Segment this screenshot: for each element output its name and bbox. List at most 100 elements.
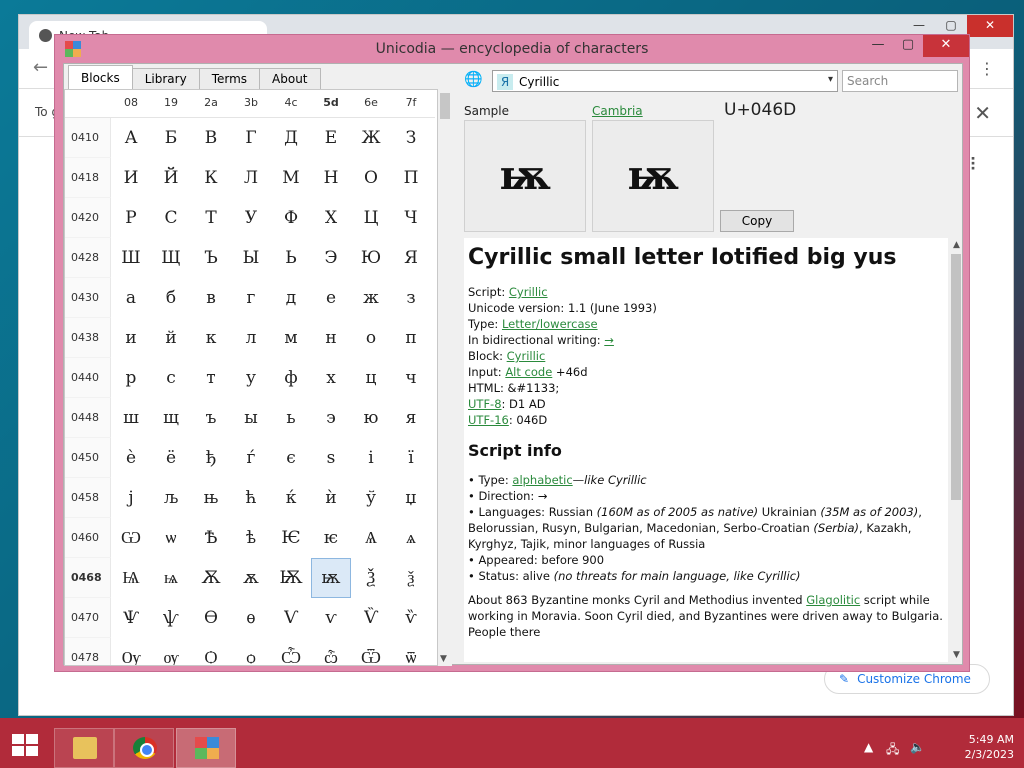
character-cell[interactable]: э — [311, 398, 351, 438]
glagolitic-link[interactable]: Glagolitic — [806, 593, 860, 607]
character-cell[interactable]: а — [111, 278, 151, 318]
character-cell[interactable]: њ — [191, 478, 231, 518]
scroll-down-arrow-icon[interactable]: ▼ — [440, 654, 447, 664]
font-link[interactable]: Cambria — [592, 104, 643, 118]
info-scrollbar[interactable]: ▲ ▼ — [950, 238, 962, 662]
volume-icon[interactable]: 🔈 — [910, 740, 925, 754]
character-cell[interactable]: З — [391, 118, 431, 158]
chrome-close-button[interactable]: ✕ — [967, 15, 1013, 37]
character-cell[interactable]: ѫ — [231, 558, 271, 598]
character-cell[interactable]: Ю — [351, 238, 391, 278]
property-link[interactable]: Letter/lowercase — [502, 317, 598, 331]
character-cell[interactable]: Т — [191, 198, 231, 238]
character-cell[interactable]: ѱ — [151, 598, 191, 638]
character-cell[interactable]: ћ — [231, 478, 271, 518]
character-cell[interactable]: т — [191, 358, 231, 398]
character-cell[interactable]: ж — [351, 278, 391, 318]
close-button[interactable]: ✕ — [923, 35, 969, 57]
tab-about[interactable]: About — [259, 68, 321, 90]
character-cell[interactable]: Ѵ — [271, 598, 311, 638]
property-link[interactable]: → — [604, 333, 614, 347]
infobar-close-icon[interactable]: ✕ — [974, 101, 991, 125]
character-cell[interactable]: ш — [111, 398, 151, 438]
character-cell[interactable]: Ч — [391, 198, 431, 238]
character-cell[interactable]: Щ — [151, 238, 191, 278]
info-scrollbar-thumb[interactable] — [951, 254, 961, 500]
windows-start-icon[interactable] — [12, 734, 38, 756]
block-select[interactable]: Я Cyrillic ▾ — [492, 70, 838, 92]
character-cell[interactable]: к — [191, 318, 231, 358]
character-cell[interactable]: о — [351, 318, 391, 358]
character-cell[interactable]: Э — [311, 238, 351, 278]
tab-library[interactable]: Library — [131, 68, 200, 90]
character-cell[interactable]: Ѡ — [111, 518, 151, 558]
character-cell[interactable]: ф — [271, 358, 311, 398]
character-cell[interactable]: ѩ — [151, 558, 191, 598]
minimize-button[interactable]: — — [863, 35, 893, 57]
character-cell[interactable]: Х — [311, 198, 351, 238]
character-cell[interactable]: Н — [311, 158, 351, 198]
character-cell[interactable]: ѕ — [311, 438, 351, 478]
character-cell[interactable]: Л — [231, 158, 271, 198]
character-cell[interactable]: Д — [271, 118, 311, 158]
tab-terms[interactable]: Terms — [198, 68, 261, 90]
character-cell[interactable]: у — [231, 358, 271, 398]
character-cell[interactable]: Ф — [271, 198, 311, 238]
character-cell[interactable]: ы — [231, 398, 271, 438]
character-cell[interactable]: Ѭ — [271, 558, 311, 598]
character-cell[interactable]: Р — [111, 198, 151, 238]
globe-icon[interactable]: 🌐 — [464, 70, 484, 90]
character-cell[interactable]: ѯ — [391, 558, 431, 598]
character-cell[interactable]: и — [111, 318, 151, 358]
character-cell[interactable]: ѿ — [391, 638, 431, 665]
character-cell[interactable]: Ш — [111, 238, 151, 278]
character-cell[interactable]: я — [391, 398, 431, 438]
character-cell[interactable]: В — [191, 118, 231, 158]
character-cell[interactable]: ї — [391, 438, 431, 478]
character-cell[interactable]: Ѷ — [351, 598, 391, 638]
back-arrow-icon[interactable]: ← — [33, 57, 48, 78]
character-cell[interactable]: Ъ — [191, 238, 231, 278]
property-link[interactable]: UTF-8 — [468, 397, 502, 411]
clock[interactable]: 5:49 AM 2/3/2023 — [954, 732, 1014, 762]
character-cell[interactable]: И — [111, 158, 151, 198]
character-cell[interactable]: ѡ — [151, 518, 191, 558]
character-cell[interactable]: Ѳ — [191, 598, 231, 638]
character-cell[interactable]: ј — [111, 478, 151, 518]
character-cell[interactable]: Б — [151, 118, 191, 158]
character-cell[interactable]: ѽ — [311, 638, 351, 665]
character-cell[interactable]: ѐ — [111, 438, 151, 478]
character-cell[interactable]: Г — [231, 118, 271, 158]
character-cell[interactable]: У — [231, 198, 271, 238]
character-cell[interactable]: Ѱ — [111, 598, 151, 638]
character-cell[interactable]: Ѯ — [351, 558, 391, 598]
character-cell[interactable]: е — [311, 278, 351, 318]
character-cell[interactable]: б — [151, 278, 191, 318]
character-cell[interactable]: р — [111, 358, 151, 398]
character-cell[interactable]: ц — [351, 358, 391, 398]
character-cell[interactable]: ѥ — [311, 518, 351, 558]
character-cell[interactable]: п — [391, 318, 431, 358]
unicodia-taskbar-button[interactable] — [176, 728, 236, 768]
character-cell[interactable]: м — [271, 318, 311, 358]
maximize-button[interactable]: ▢ — [893, 35, 923, 57]
property-link[interactable]: UTF-16 — [468, 413, 509, 427]
character-cell[interactable]: ь — [271, 398, 311, 438]
character-cell[interactable]: Е — [311, 118, 351, 158]
character-cell[interactable]: ѵ — [311, 598, 351, 638]
tray-chevron-up-icon[interactable]: ▲ — [864, 740, 873, 754]
selected-character-cell[interactable]: ѭ — [311, 558, 351, 598]
grid-scrollbar[interactable]: ▼ — [438, 89, 452, 666]
character-cell[interactable]: ѝ — [311, 478, 351, 518]
character-cell[interactable]: г — [231, 278, 271, 318]
search-input[interactable]: Search — [842, 70, 958, 92]
character-cell[interactable]: ѓ — [231, 438, 271, 478]
chrome-taskbar-button[interactable] — [114, 728, 174, 768]
character-cell[interactable]: Ж — [351, 118, 391, 158]
character-cell[interactable]: Ѿ — [351, 638, 391, 665]
character-cell[interactable]: ѹ — [151, 638, 191, 665]
character-cell[interactable]: Я — [391, 238, 431, 278]
character-cell[interactable]: і — [351, 438, 391, 478]
character-cell[interactable]: Ѽ — [271, 638, 311, 665]
character-cell[interactable]: љ — [151, 478, 191, 518]
